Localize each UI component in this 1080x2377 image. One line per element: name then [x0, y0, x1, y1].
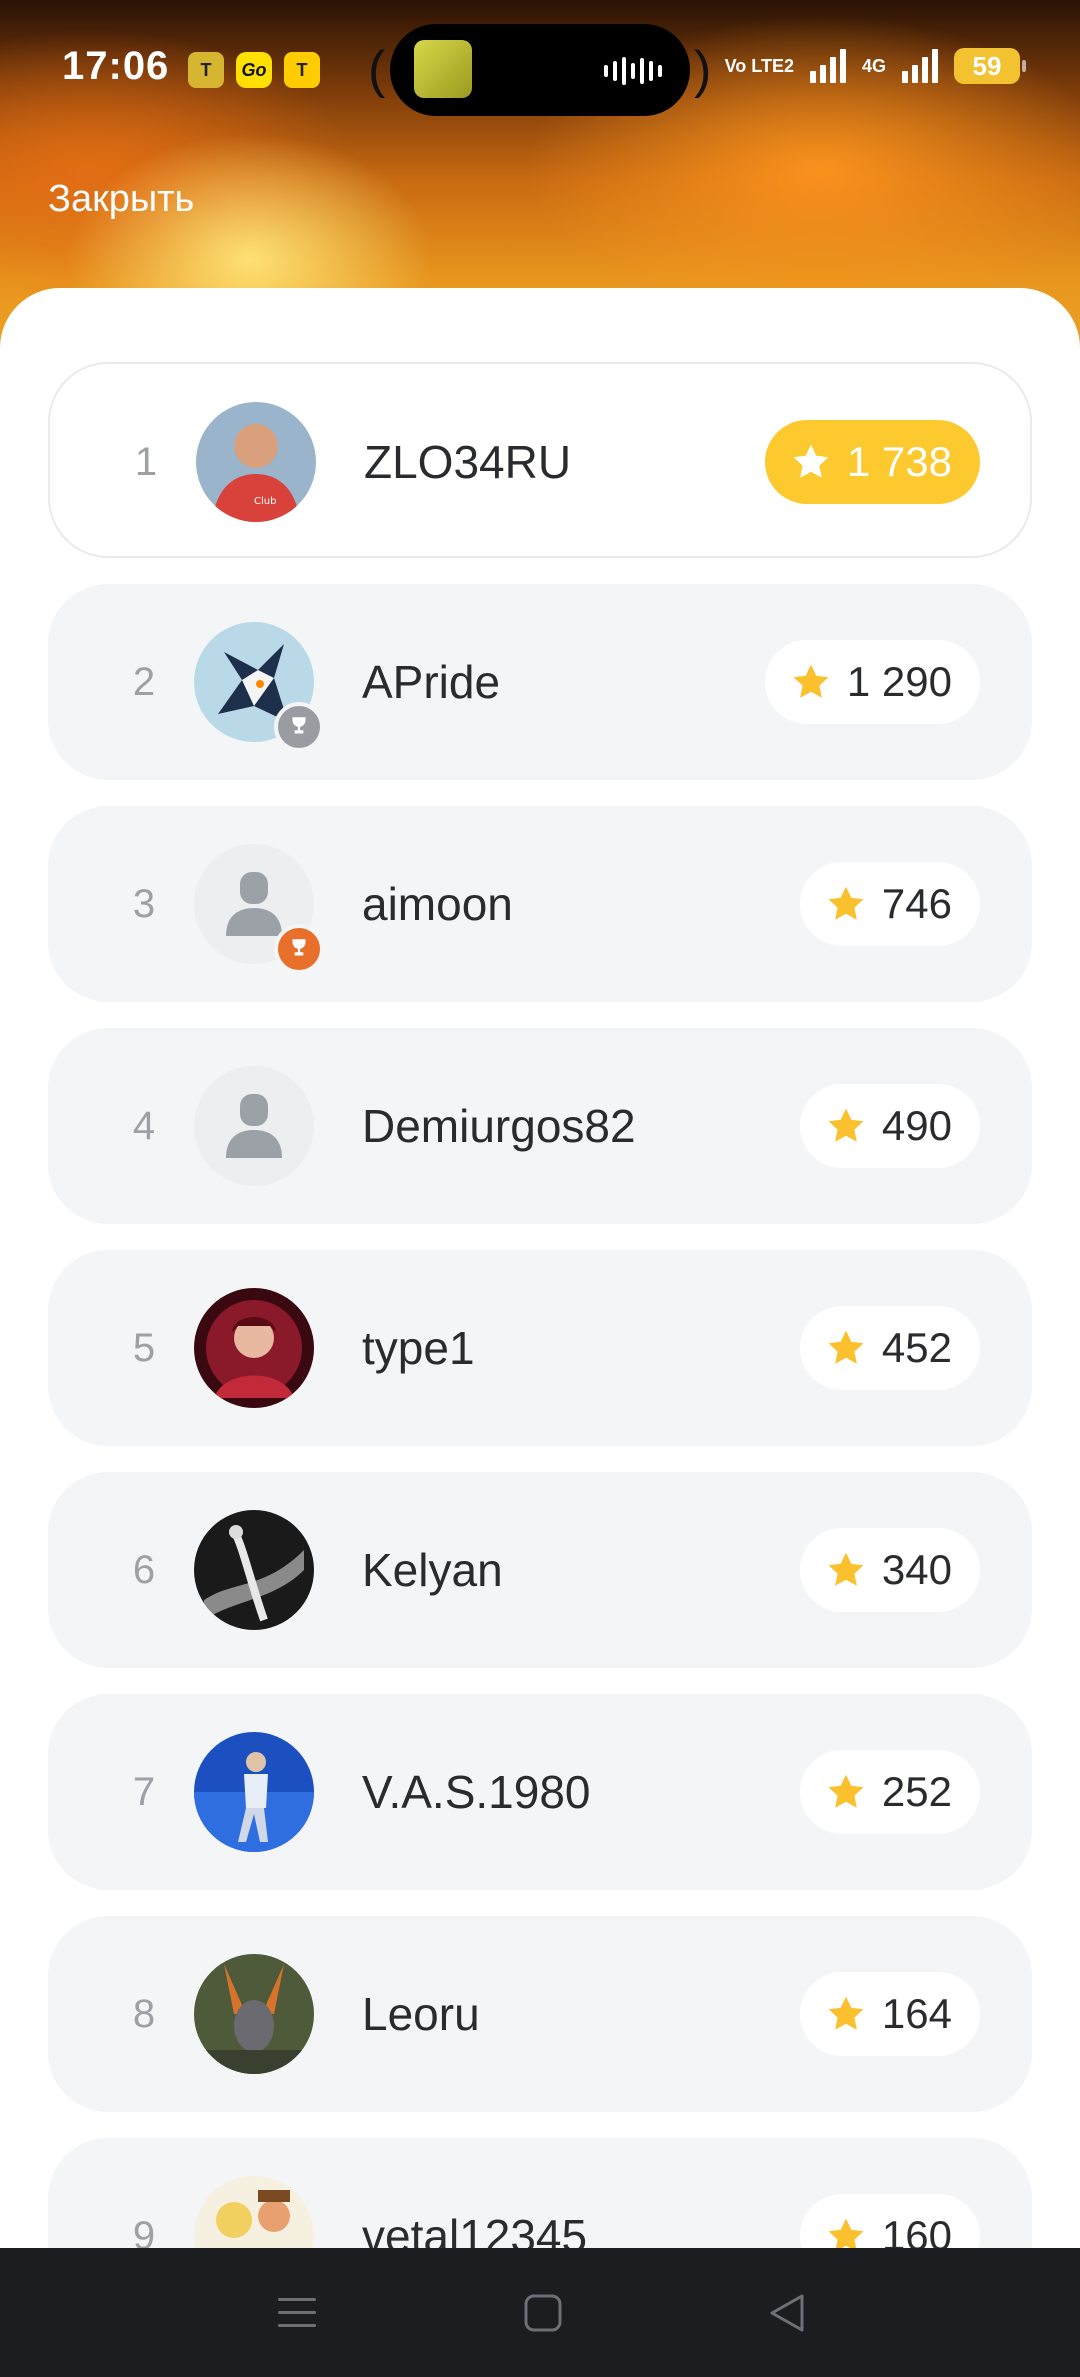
score-value: 746: [881, 880, 952, 927]
username: APride: [362, 656, 501, 708]
rank-number: 1: [134, 440, 158, 484]
network-type: 4G: [861, 55, 886, 76]
username: Leoru: [362, 1988, 480, 2040]
rank-number: 2: [132, 660, 156, 704]
notification-taxi-icon: T: [284, 52, 320, 88]
home-square-icon[interactable]: [518, 2288, 568, 2338]
username: type1: [362, 1322, 475, 1374]
star-icon: [828, 1330, 864, 1364]
user-avatar: [194, 1510, 314, 1630]
score-value: 160: [881, 2212, 952, 2248]
silver-trophy-icon: [274, 702, 324, 752]
leaderboard-row[interactable]: 3 aimoon 746: [48, 806, 1032, 1002]
leaderboard-row[interactable]: 4 Demiurgos82 490: [48, 1028, 1032, 1224]
score-badge: 1 290: [764, 640, 980, 724]
signal-icon-sim1: [809, 49, 846, 83]
system-nav-bar: [0, 2248, 1080, 2377]
star-icon: [828, 2218, 864, 2248]
rank-number: 4: [132, 1104, 156, 1148]
battery-level: 59: [972, 50, 1002, 81]
score-value: 452: [881, 1324, 952, 1371]
status-indicators: Vo LTE2 4G 59: [724, 48, 1026, 84]
score-badge: 490: [799, 1084, 980, 1168]
user-avatar: [194, 1732, 314, 1852]
score-badge: 746: [799, 862, 980, 946]
leaderboard-sheet: 1 Club ZLO34RU 1 738 2 APride 1 290 3 ai…: [0, 288, 1080, 2248]
svg-text:Club: Club: [254, 496, 276, 507]
score-value: 1 738: [846, 438, 952, 485]
island-bracket-left: (: [368, 41, 386, 99]
star-icon: [828, 886, 864, 920]
notification-app-icon: T: [188, 52, 224, 88]
username: aimoon: [362, 878, 513, 930]
rank-number: 9: [132, 2214, 156, 2248]
score-value: 340: [881, 1546, 952, 1593]
status-bar: 17:06 T Go T ( ) Vo LTE2 4G 59: [0, 0, 1080, 140]
signal-icon-sim2: [902, 49, 938, 83]
score-value: 1 290: [846, 658, 952, 705]
user-avatar: [194, 2176, 314, 2248]
volte-indicator: Vo LTE2: [724, 56, 794, 76]
audio-wave-icon: [604, 56, 662, 86]
star-icon: [828, 1774, 864, 1808]
rank-number: 6: [132, 1548, 156, 1592]
username: Demiurgos82: [362, 1100, 636, 1152]
score-value: 252: [881, 1768, 952, 1815]
username: vetal12345: [362, 2210, 588, 2248]
user-avatar: [194, 1954, 314, 2074]
leaderboard-row[interactable]: 6 Kelyan 340: [48, 1472, 1032, 1668]
username: ZLO34RU: [364, 436, 572, 488]
score-badge: 164: [799, 1972, 980, 2056]
person-placeholder-icon: [194, 1066, 314, 1186]
leaderboard-row[interactable]: 5 type1 452: [48, 1250, 1032, 1446]
star-icon: [793, 664, 829, 698]
leaderboard-row[interactable]: 1 Club ZLO34RU 1 738: [48, 362, 1032, 558]
score-badge: 340: [799, 1528, 980, 1612]
star-icon: [828, 1108, 864, 1142]
dynamic-island[interactable]: [390, 24, 690, 116]
star-icon: [828, 1552, 864, 1586]
leaderboard-row[interactable]: 2 APride 1 290: [48, 584, 1032, 780]
island-bracket-right: ): [694, 41, 712, 99]
score-badge: 252: [799, 1750, 980, 1834]
username: Kelyan: [362, 1544, 503, 1596]
battery-indicator: 59: [954, 48, 1026, 84]
score-badge: 1 738: [764, 420, 980, 504]
bronze-trophy-icon: [274, 924, 324, 974]
score-badge: 452: [799, 1306, 980, 1390]
star-icon: [828, 1996, 864, 2030]
score-value: 164: [881, 1990, 952, 2037]
rank-number: 3: [132, 882, 156, 926]
user-avatar: [194, 1288, 314, 1408]
leaderboard-row[interactable]: 8 Leoru 164: [48, 1916, 1032, 2112]
album-art-icon: [414, 40, 472, 98]
score-value: 490: [881, 1102, 952, 1149]
rank-number: 7: [132, 1770, 156, 1814]
back-triangle-icon[interactable]: [762, 2288, 812, 2338]
close-button[interactable]: Закрыть: [48, 178, 194, 221]
notification-go-icon: Go: [236, 52, 272, 88]
leaderboard-row[interactable]: 9 vetal12345 160: [48, 2138, 1032, 2248]
star-icon: [793, 444, 829, 478]
user-avatar: Club: [196, 402, 316, 522]
leaderboard-row[interactable]: 7 V.A.S.1980 252: [48, 1694, 1032, 1890]
rank-number: 5: [132, 1326, 156, 1370]
username: V.A.S.1980: [362, 1766, 591, 1818]
rank-number: 8: [132, 1992, 156, 2036]
menu-icon[interactable]: [272, 2288, 322, 2338]
score-badge: 160: [799, 2194, 980, 2248]
status-time: 17:06: [62, 44, 170, 88]
